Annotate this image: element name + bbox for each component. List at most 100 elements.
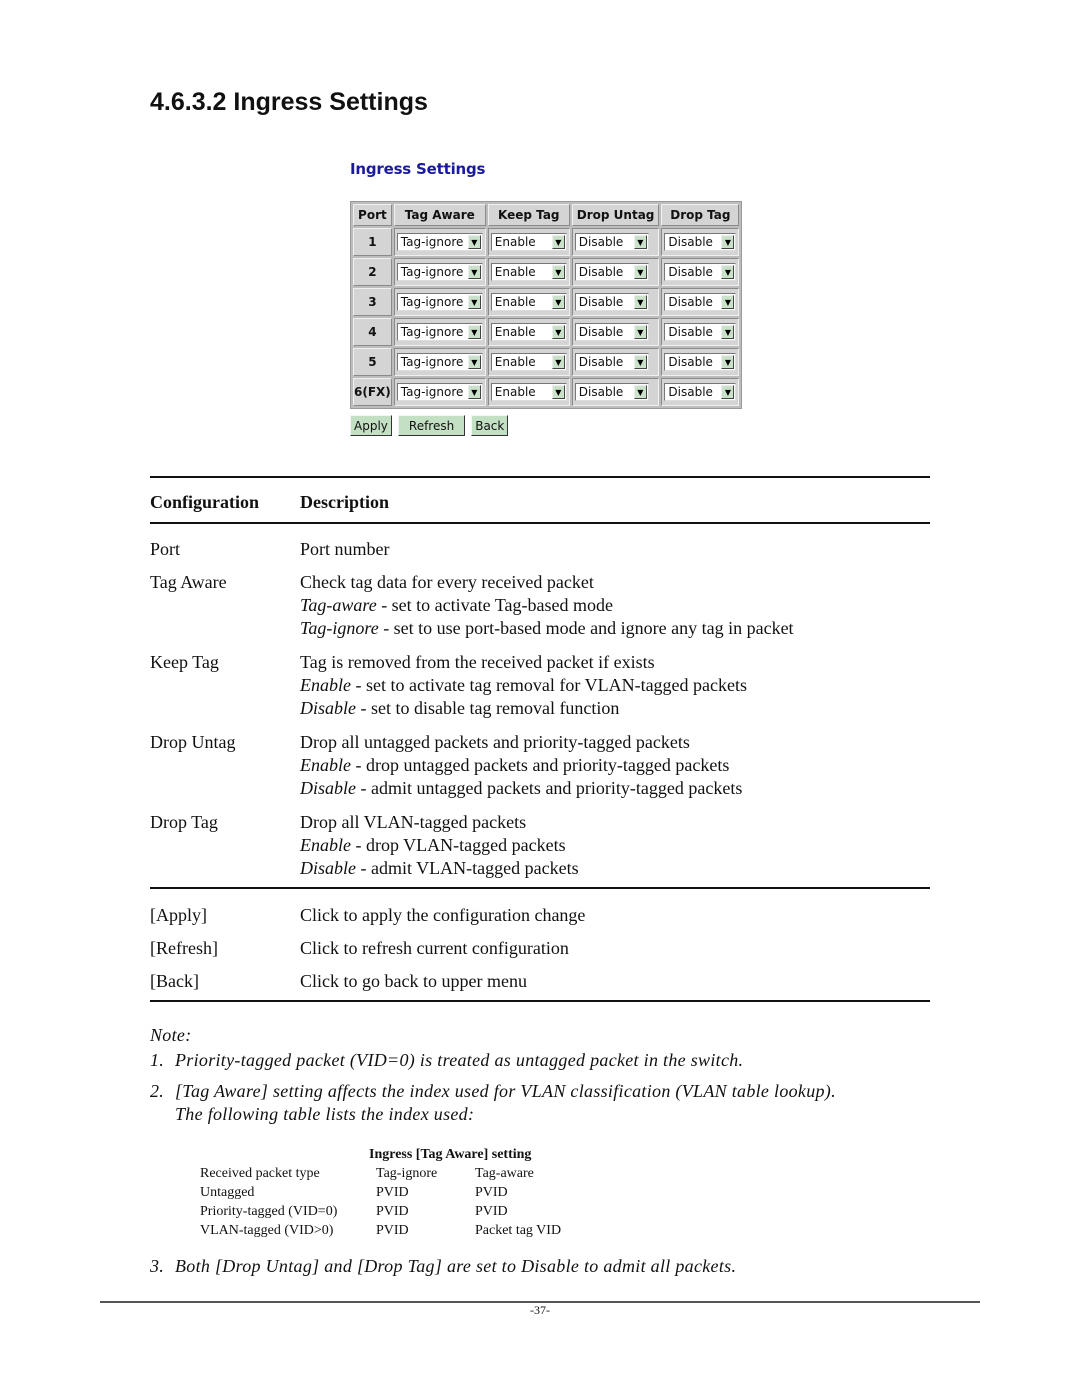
index-cell: Packet tag VID	[475, 1223, 562, 1238]
col-drop-tag: Drop Tag	[661, 204, 740, 226]
note-text: The following table lists the index used…	[175, 1104, 475, 1124]
dropdown-arrow-icon[interactable]: ▼	[721, 325, 735, 339]
refresh-button[interactable]: Refresh	[397, 415, 466, 436]
dropdown-arrow-icon[interactable]: ▼	[633, 355, 647, 369]
note-number: 2.	[150, 1081, 165, 1101]
dropdown-arrow-icon[interactable]: ▼	[633, 295, 647, 309]
port-number: 6(FX)	[353, 378, 392, 406]
keep-tag-select[interactable]: Enable ▼	[490, 293, 567, 311]
option-name: Disable	[300, 778, 356, 798]
table-header-row: Port Tag Aware Keep Tag Drop Untag Drop …	[353, 204, 740, 226]
table-row: 4 Tag-ignore ▼ Enable ▼ Disable ▼ Disable ▼	[353, 318, 740, 346]
keep-tag-select[interactable]: Enable ▼	[490, 263, 567, 281]
dropdown-arrow-icon[interactable]: ▼	[721, 235, 735, 249]
drop-untag-select[interactable]: Disable ▼	[574, 353, 649, 371]
select-cell: Disable ▼	[661, 348, 740, 376]
option-name: Tag-ignore	[300, 618, 379, 638]
dropdown-arrow-icon[interactable]: ▼	[721, 295, 735, 309]
index-col-packet-type: Received packet type	[200, 1166, 320, 1181]
dropdown-arrow-icon[interactable]: ▼	[467, 235, 481, 249]
dropdown-arrow-icon[interactable]: ▼	[467, 295, 481, 309]
select-cell: Disable ▼	[571, 258, 660, 286]
select-cell: Tag-ignore ▼	[393, 318, 486, 346]
dropdown-arrow-icon[interactable]: ▼	[633, 325, 647, 339]
select-value: Enable	[494, 265, 536, 279]
ingress-settings-table: Port Tag Aware Keep Tag Drop Untag Drop …	[350, 201, 743, 409]
select-value: Disable	[578, 385, 624, 399]
dropdown-arrow-icon[interactable]: ▼	[467, 355, 481, 369]
drop-untag-select[interactable]: Disable ▼	[574, 263, 649, 281]
select-cell: Enable ▼	[487, 378, 570, 406]
drop-tag-select[interactable]: Disable ▼	[664, 353, 737, 371]
dropdown-arrow-icon[interactable]: ▼	[633, 265, 647, 279]
drop-tag-select[interactable]: Disable ▼	[664, 263, 737, 281]
desc-option: Enable - drop VLAN-tagged packets	[300, 834, 579, 857]
keep-tag-select[interactable]: Enable ▼	[490, 233, 567, 251]
note-text: Both [Drop Untag] and [Drop Tag] are set…	[175, 1256, 737, 1276]
dropdown-arrow-icon[interactable]: ▼	[721, 385, 735, 399]
desc-line: Drop all untagged packets and priority-t…	[300, 732, 690, 752]
dropdown-arrow-icon[interactable]: ▼	[721, 355, 735, 369]
dropdown-arrow-icon[interactable]: ▼	[633, 235, 647, 249]
tag-aware-select[interactable]: Tag-ignore ▼	[396, 293, 483, 311]
select-value: Tag-ignore	[400, 265, 464, 279]
port-number: 4	[353, 318, 392, 346]
drop-tag-select[interactable]: Disable ▼	[664, 323, 737, 341]
dropdown-arrow-icon[interactable]: ▼	[721, 265, 735, 279]
keep-tag-select[interactable]: Enable ▼	[490, 353, 567, 371]
select-cell: Enable ▼	[487, 288, 570, 316]
select-value: Enable	[494, 355, 536, 369]
select-cell: Disable ▼	[661, 378, 740, 406]
select-cell: Disable ▼	[661, 318, 740, 346]
cfg-label-port: Port	[150, 539, 181, 559]
desc-line: Drop all VLAN-tagged packets	[300, 812, 527, 832]
header-rule	[150, 522, 930, 524]
drop-untag-select[interactable]: Disable ▼	[574, 233, 649, 251]
table-row: 5 Tag-ignore ▼ Enable ▼ Disable ▼ Disable ▼	[353, 348, 740, 376]
index-cell: PVID	[475, 1204, 508, 1219]
dropdown-arrow-icon[interactable]: ▼	[467, 265, 481, 279]
select-cell: Tag-ignore ▼	[393, 378, 486, 406]
keep-tag-select[interactable]: Enable ▼	[490, 323, 567, 341]
keep-tag-select[interactable]: Enable ▼	[490, 383, 567, 401]
tag-aware-select[interactable]: Tag-ignore ▼	[396, 383, 483, 401]
option-name: Disable	[300, 858, 356, 878]
dropdown-arrow-icon[interactable]: ▼	[633, 385, 647, 399]
select-cell: Tag-ignore ▼	[393, 228, 486, 256]
dropdown-arrow-icon[interactable]: ▼	[551, 355, 565, 369]
index-cell: PVID	[376, 1204, 409, 1219]
cfg-label-refresh: [Refresh]	[150, 938, 218, 958]
select-value: Enable	[494, 325, 536, 339]
drop-tag-select[interactable]: Disable ▼	[664, 293, 737, 311]
dropdown-arrow-icon[interactable]: ▼	[551, 325, 565, 339]
drop-tag-select[interactable]: Disable ▼	[664, 233, 737, 251]
cfg-label-keep-tag: Keep Tag	[150, 652, 219, 672]
drop-tag-select[interactable]: Disable ▼	[664, 383, 737, 401]
tag-aware-select[interactable]: Tag-ignore ▼	[396, 323, 483, 341]
dropdown-arrow-icon[interactable]: ▼	[551, 265, 565, 279]
drop-untag-select[interactable]: Disable ▼	[574, 383, 649, 401]
index-cell: Untagged	[200, 1185, 255, 1200]
port-number: 5	[353, 348, 392, 376]
port-number: 1	[353, 228, 392, 256]
select-value: Tag-ignore	[400, 385, 464, 399]
tag-aware-select[interactable]: Tag-ignore ▼	[396, 353, 483, 371]
drop-untag-select[interactable]: Disable ▼	[574, 323, 649, 341]
dropdown-arrow-icon[interactable]: ▼	[551, 385, 565, 399]
tag-aware-select[interactable]: Tag-ignore ▼	[396, 263, 483, 281]
dropdown-arrow-icon[interactable]: ▼	[467, 325, 481, 339]
dropdown-arrow-icon[interactable]: ▼	[551, 295, 565, 309]
tag-aware-select[interactable]: Tag-ignore ▼	[396, 233, 483, 251]
port-number: 2	[353, 258, 392, 286]
table-row: 6(FX) Tag-ignore ▼ Enable ▼ Disable ▼ Disable ▼	[353, 378, 740, 406]
dropdown-arrow-icon[interactable]: ▼	[467, 385, 481, 399]
select-cell: Disable ▼	[571, 228, 660, 256]
drop-untag-select[interactable]: Disable ▼	[574, 293, 649, 311]
select-value: Enable	[494, 295, 536, 309]
dropdown-arrow-icon[interactable]: ▼	[551, 235, 565, 249]
index-cell: Priority-tagged (VID=0)	[200, 1204, 338, 1219]
back-button[interactable]: Back	[471, 415, 509, 436]
apply-button[interactable]: Apply	[350, 415, 392, 436]
ui-panel-title: Ingress Settings	[350, 160, 486, 178]
option-text: - drop untagged packets and priority-tag…	[351, 755, 730, 775]
